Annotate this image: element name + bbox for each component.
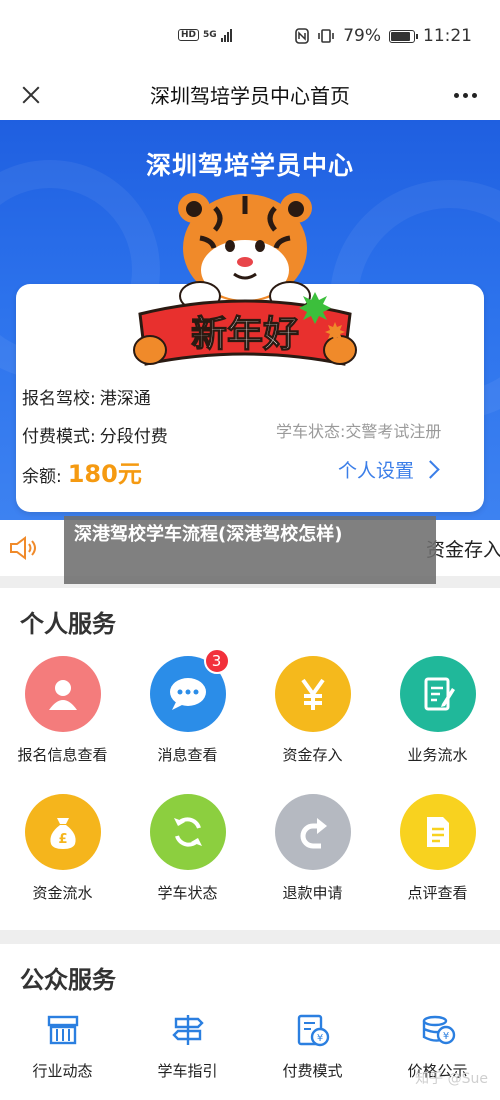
more-options-button[interactable] [448,78,482,112]
chevron-right-icon [421,460,440,479]
service-label: 学车状态 [157,884,218,902]
section-title: 公众服务 [20,966,116,994]
unread-badge: 3 [203,648,230,674]
public-pay-mode[interactable]: ¥ 付费模式 [250,1010,375,1081]
balance-row: 余额: 180元 [22,454,142,489]
user-icon [24,656,101,732]
service-label: 资金存入 [282,746,343,764]
yen-icon [274,656,351,732]
price-coins-icon: ¥ [418,1010,458,1050]
personal-services-section: 个人服务 报名信息查看 3 消息查看 资金存入 业务流水 £ 资金流水 学车状态… [0,588,500,930]
signal-label: 5G [203,30,217,40]
public-label: 付费模式 [282,1062,343,1080]
news-icon [43,1010,83,1050]
status-right: 79% 11:21 [295,26,472,46]
settings-label: 个人设置 [338,460,415,482]
hd-badge: HD [178,29,200,41]
svg-text:£: £ [58,832,67,847]
nfc-icon [295,28,310,44]
balance-label: 余额: [22,467,62,487]
service-label: 报名信息查看 [17,746,108,764]
public-industry-news[interactable]: 行业动态 [0,1010,125,1081]
service-deposit[interactable]: 资金存入 [250,656,375,765]
review-doc-icon [399,794,476,870]
pay-mode-label: 付费模式: [22,427,96,447]
speaker-icon [10,536,36,560]
payment-doc-icon: ¥ [293,1010,333,1050]
battery-percent: 79% [343,26,381,46]
return-arrow-icon [274,794,351,870]
greeting-banner-text: 新年好 [191,314,299,355]
title-bar: 深圳驾培学员中心首页 [0,70,500,120]
tiger-mascot-icon: 新年好 [133,193,357,366]
public-study-guide[interactable]: 学车指引 [125,1010,250,1081]
service-reviews[interactable]: 点评查看 [375,794,500,903]
school-label: 报名驾校: [22,389,96,409]
study-status: 学车状态:交警考试注册 [276,422,442,441]
page-title: 深圳驾培学员中心首页 [150,84,350,108]
status-left: HD 5G [178,28,232,42]
hero-title: 深圳驾培学员中心 [145,151,354,180]
chat-icon: 3 [149,648,230,732]
public-label: 行业动态 [32,1062,93,1080]
signpost-icon [168,1010,208,1050]
service-label: 消息查看 [157,746,218,764]
overlay-caption: 深港驾校学车流程(深港驾校怎样) [64,516,436,584]
svg-text:¥: ¥ [442,1031,448,1042]
service-label: 资金流水 [32,884,93,902]
school-value: 港深通 [99,389,151,409]
watermark: 知乎 @Sue [415,1071,488,1087]
pay-mode-value: 分段付费 [99,427,168,447]
service-label: 退款申请 [282,884,343,902]
section-title: 个人服务 [20,610,116,638]
personal-settings-link[interactable]: 个人设置 [338,456,440,483]
battery-icon [389,29,418,43]
notice-marquee-text: 资金存入 [426,539,500,561]
pay-mode-row: 付费模式: 分段付费 [22,422,168,447]
service-business-flow[interactable]: 业务流水 [375,656,500,765]
clock: 11:21 [423,26,472,46]
service-label: 点评查看 [407,884,468,902]
money-bag-icon: £ [24,794,101,870]
document-edit-icon [399,656,476,732]
balance-value: 180元 [67,460,142,488]
public-label: 学车指引 [157,1062,218,1080]
service-label: 业务流水 [407,746,468,764]
refresh-icon [149,794,226,870]
signal-icon [220,28,232,42]
service-registration-info[interactable]: 报名信息查看 [0,656,125,765]
vibrate-icon [318,29,335,43]
public-services-section: 公众服务 行业动态 学车指引 ¥ 付费模式 ¥ 价格公示 知乎 @Sue [0,944,500,1100]
service-fund-flow[interactable]: £ 资金流水 [0,794,125,903]
service-study-status[interactable]: 学车状态 [125,794,250,903]
status-bar: HD 5G 79% 11:21 [0,0,500,70]
service-messages[interactable]: 3 消息查看 [125,648,250,765]
svg-text:¥: ¥ [316,1033,322,1044]
service-refund[interactable]: 退款申请 [250,794,375,903]
